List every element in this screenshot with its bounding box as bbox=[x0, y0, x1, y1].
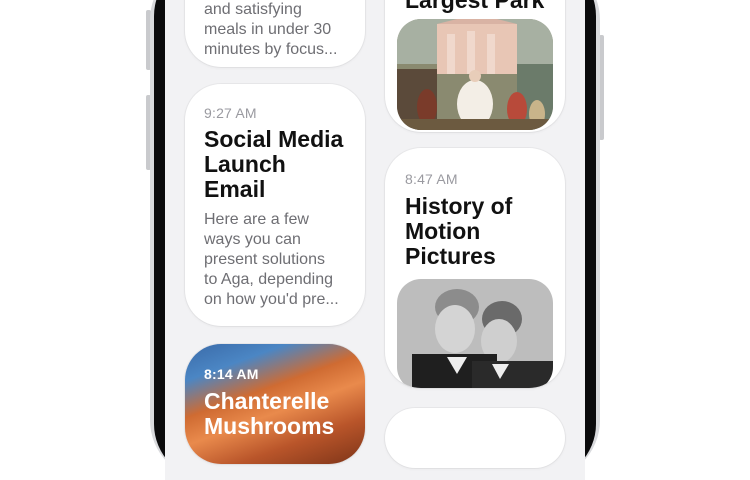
title-line: Motion bbox=[405, 218, 481, 244]
note-card[interactable]: Largest Park bbox=[385, 0, 565, 132]
excerpt-line: present solutions bbox=[204, 251, 325, 268]
title-line: Pictures bbox=[405, 243, 496, 269]
title-line: Largest Park bbox=[405, 0, 545, 13]
note-card-with-cover-image[interactable]: 8:14 AM Chanterelle Mushrooms bbox=[185, 344, 365, 464]
note-time: 8:47 AM bbox=[405, 171, 458, 187]
excerpt-line: minutes by focus... bbox=[204, 41, 338, 58]
note-time: 8:14 AM bbox=[204, 366, 259, 382]
title-line: Launch bbox=[204, 151, 286, 177]
excerpt-line: ways you can bbox=[204, 231, 301, 248]
photo-thumbnail bbox=[397, 279, 553, 388]
note-card[interactable]: and satisfying meals in under 30 minutes… bbox=[185, 0, 365, 67]
note-excerpt: Here are a few ways you can present solu… bbox=[204, 210, 354, 310]
photo-illustration bbox=[397, 279, 553, 388]
excerpt-line: Here are a few bbox=[204, 211, 309, 228]
notes-grid-screen: and satisfying meals in under 30 minutes… bbox=[165, 0, 585, 480]
painting-thumbnail bbox=[397, 19, 553, 130]
title-line: Mushrooms bbox=[204, 413, 335, 439]
note-card[interactable] bbox=[385, 408, 565, 468]
note-card[interactable]: 9:27 AM Social Media Launch Email Here a… bbox=[185, 84, 365, 326]
note-time: 9:27 AM bbox=[204, 105, 257, 121]
excerpt-line: on how you'd pre... bbox=[204, 291, 339, 308]
excerpt-line: and satisfying bbox=[204, 1, 302, 18]
note-title: Largest Park bbox=[405, 0, 565, 13]
title-line: Social Media bbox=[204, 126, 344, 152]
note-title: History of Motion Pictures bbox=[405, 194, 565, 269]
title-line: History of bbox=[405, 193, 513, 219]
note-title: Social Media Launch Email bbox=[204, 127, 364, 202]
painting-illustration bbox=[397, 19, 553, 130]
excerpt-line: meals in under 30 bbox=[204, 21, 332, 38]
note-excerpt: and satisfying meals in under 30 minutes… bbox=[204, 1, 354, 60]
title-line: Chanterelle bbox=[204, 388, 330, 414]
note-title: Chanterelle Mushrooms bbox=[204, 389, 364, 439]
note-card[interactable]: 8:47 AM History of Motion Pictures bbox=[385, 148, 565, 388]
excerpt-line: to Aga, depending bbox=[204, 271, 334, 288]
title-line: Email bbox=[204, 176, 266, 202]
